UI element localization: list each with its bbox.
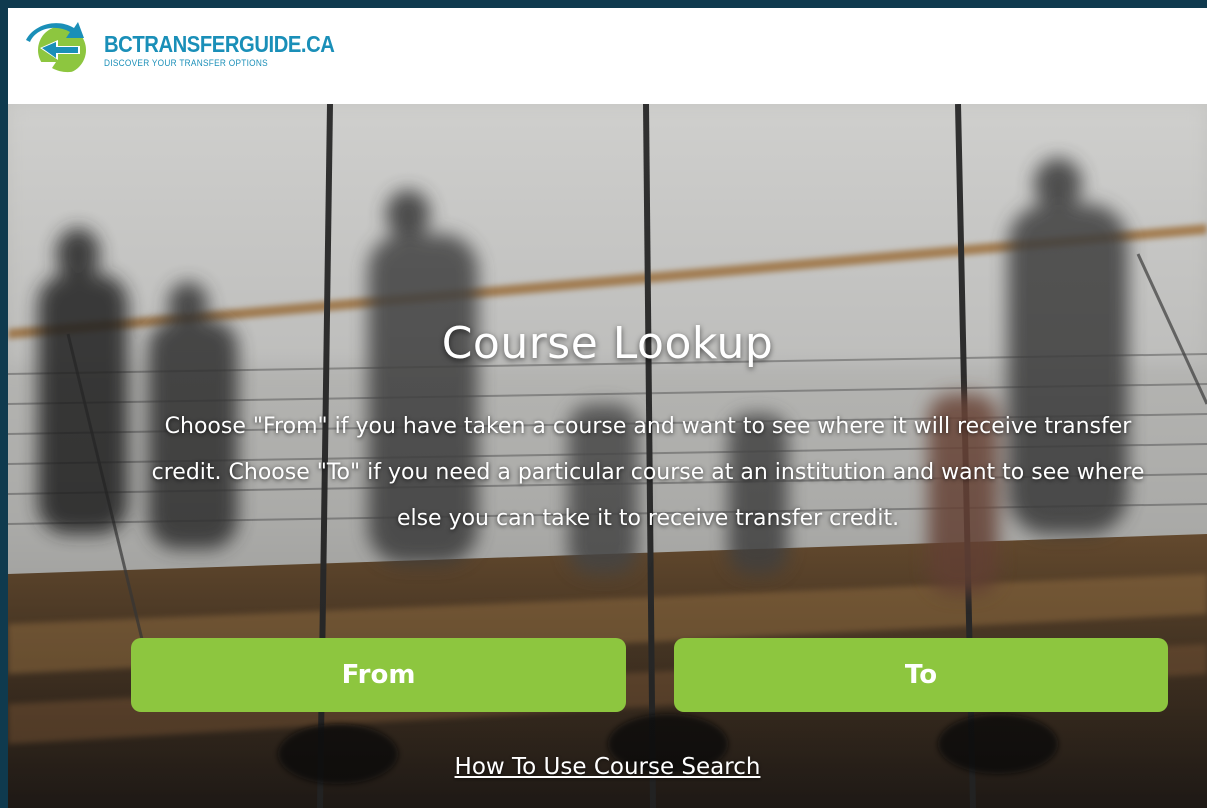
transfer-arrows-icon (26, 22, 96, 78)
page-title: Course Lookup (441, 318, 774, 369)
how-to-use-course-search-link[interactable]: How To Use Course Search (8, 754, 1207, 780)
hero-banner: Course Lookup Choose "From" if you have … (8, 104, 1207, 808)
from-button[interactable]: From (131, 638, 626, 712)
to-button[interactable]: To (674, 638, 1168, 712)
site-logo[interactable]: BCTRANSFERGUIDE.CA DISCOVER YOUR TRANSFE… (22, 22, 366, 78)
page-description: Choose "From" if you have taken a course… (151, 414, 1145, 531)
logo-title: BCTRANSFERGUIDE.CA (104, 30, 335, 57)
hero-content: Course Lookup Choose "From" if you have … (8, 104, 1207, 808)
site-header: BCTRANSFERGUIDE.CA DISCOVER YOUR TRANSFE… (8, 8, 1207, 104)
logo-tagline: DISCOVER YOUR TRANSFER OPTIONS (104, 57, 268, 68)
page-frame: BCTRANSFERGUIDE.CA DISCOVER YOUR TRANSFE… (8, 8, 1207, 808)
